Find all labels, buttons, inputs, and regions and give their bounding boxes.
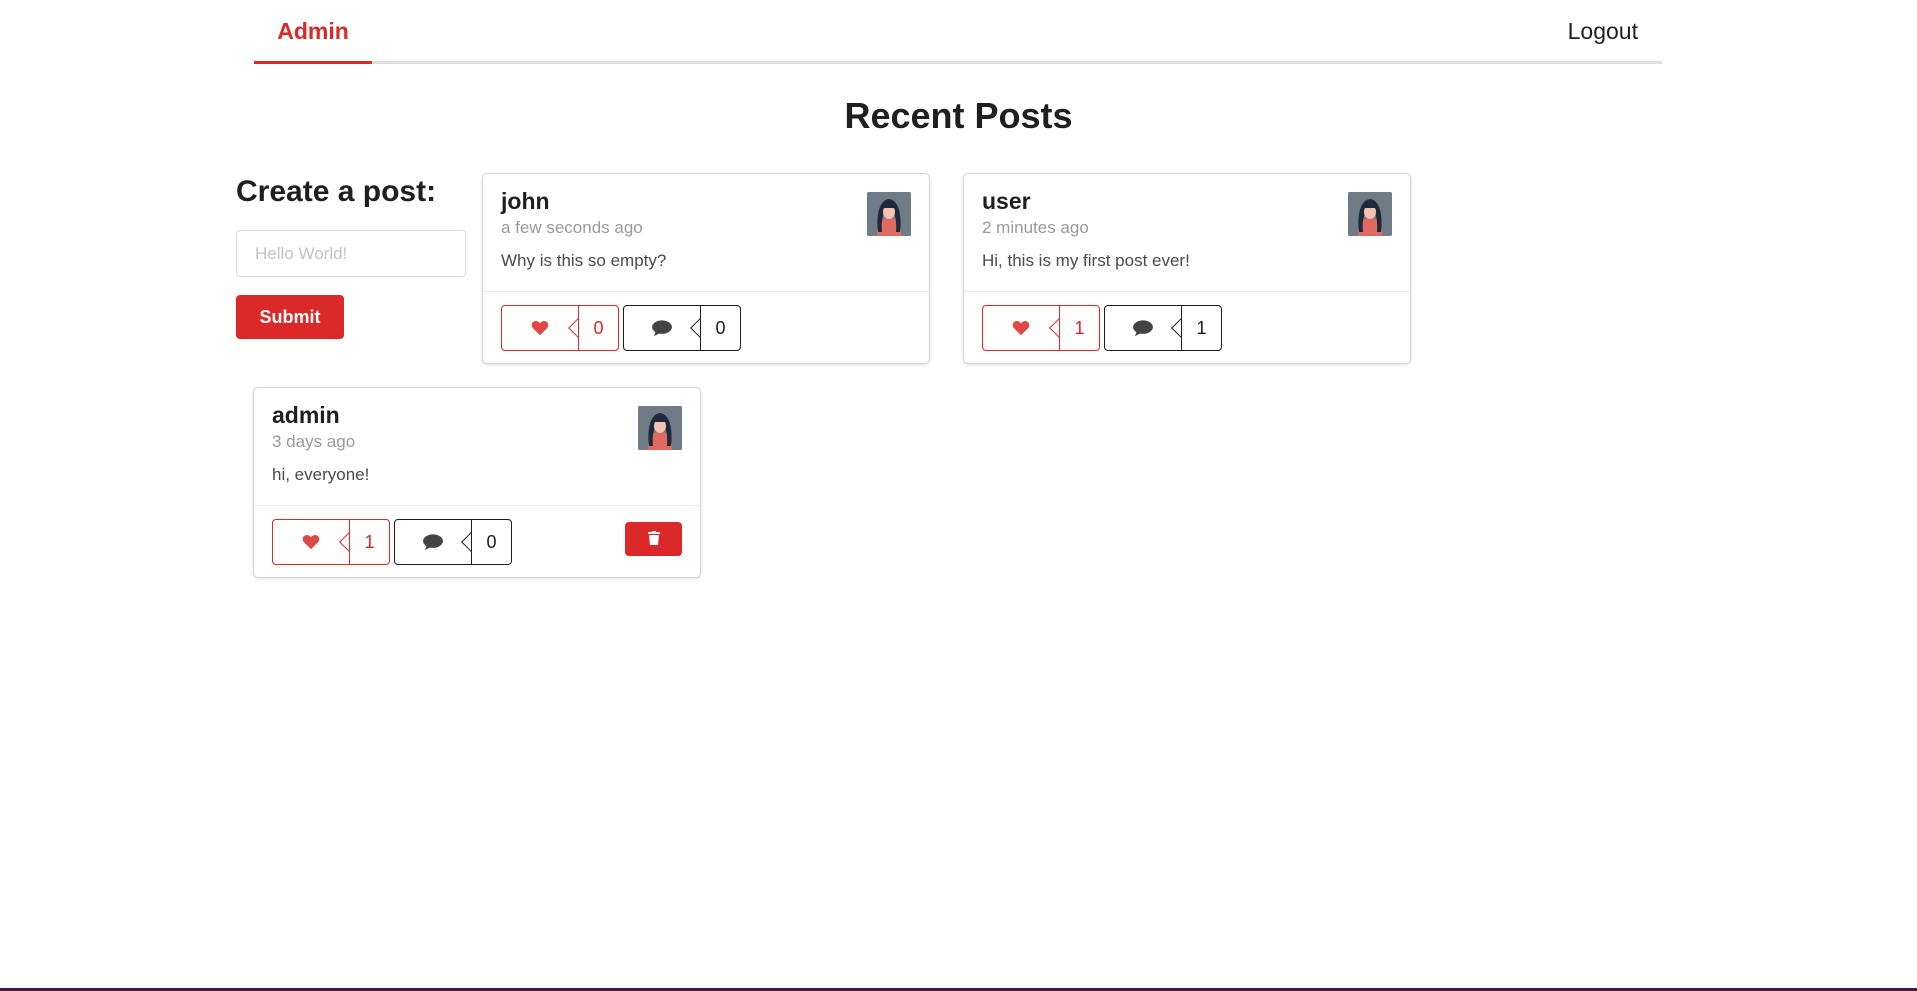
heart-icon [273,520,349,564]
post-time: 3 days ago [272,432,356,451]
like-count: 1 [1059,306,1099,350]
comment-icon [624,306,700,350]
post-actions: 1 1 [964,292,1410,363]
nav-admin-tab[interactable]: Admin [254,0,372,64]
avatar [867,192,911,236]
comment-button[interactable]: 0 [623,305,741,351]
post-card: user 2 minutes ago Hi, this is my first … [963,173,1411,364]
nav-logout-link[interactable]: Logout [1568,0,1638,64]
post-body: Hi, this is my first post ever! [982,251,1190,270]
comment-button[interactable]: 0 [394,519,512,565]
comment-count: 0 [700,306,740,350]
top-nav: Admin Logout [254,0,1662,64]
comment-icon [395,520,471,564]
post-card: admin 3 days ago hi, everyone! 1 0 [253,387,701,578]
submit-button[interactable]: Submit [236,295,344,339]
delete-button[interactable] [625,522,682,556]
comment-icon [1105,306,1181,350]
post-actions: 0 0 [483,292,929,363]
create-post-heading: Create a post: [236,175,437,208]
comment-count: 1 [1181,306,1221,350]
post-author: user [982,188,1031,214]
post-time: a few seconds ago [501,218,643,237]
avatar [638,406,682,450]
heart-icon [502,306,578,350]
post-author: john [501,188,550,214]
trash-icon [647,530,660,548]
post-author: admin [272,402,340,428]
avatar [1348,192,1392,236]
post-content: admin 3 days ago hi, everyone! [254,388,700,506]
post-body: Why is this so empty? [501,251,667,270]
heart-icon [983,306,1059,350]
comment-button[interactable]: 1 [1104,305,1222,351]
post-content: john a few seconds ago Why is this so em… [483,174,929,292]
like-button[interactable]: 1 [982,305,1100,351]
like-count: 1 [349,520,389,564]
post-time: 2 minutes ago [982,218,1089,237]
page-title: Recent Posts [844,95,1073,136]
post-body: hi, everyone! [272,465,370,484]
post-input[interactable] [236,230,466,277]
like-button[interactable]: 0 [501,305,619,351]
comment-count: 0 [471,520,511,564]
post-actions: 1 0 [254,506,700,577]
post-card: john a few seconds ago Why is this so em… [482,173,930,364]
post-content: user 2 minutes ago Hi, this is my first … [964,174,1410,292]
like-button[interactable]: 1 [272,519,390,565]
like-count: 0 [578,306,618,350]
